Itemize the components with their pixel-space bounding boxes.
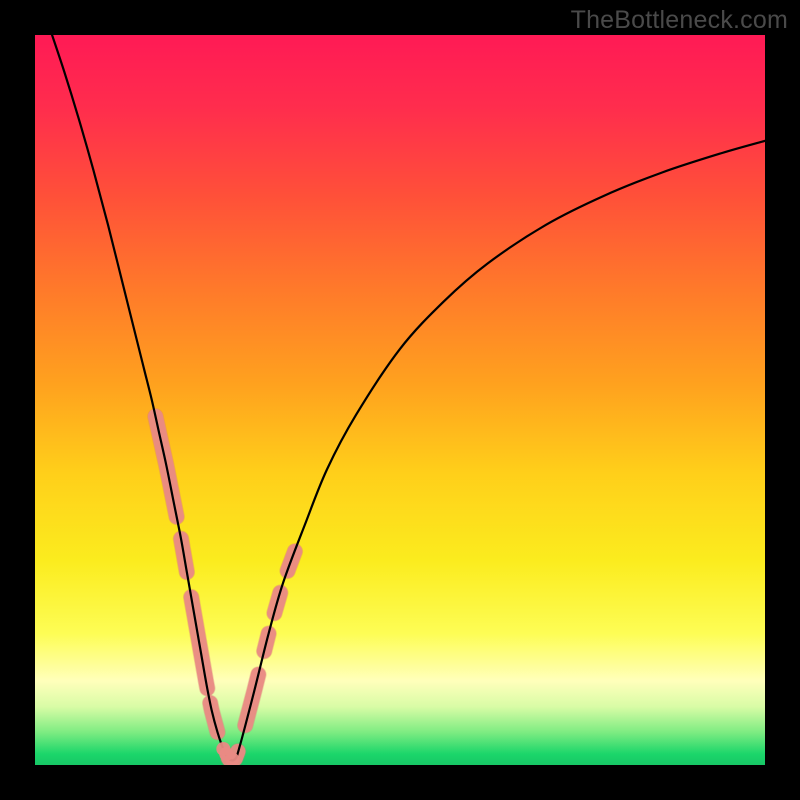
watermark-text: TheBottleneck.com <box>571 6 788 35</box>
plot-area <box>35 35 765 765</box>
bottleneck-chart <box>35 35 765 765</box>
gradient-background <box>35 35 765 765</box>
chart-frame: TheBottleneck.com <box>0 0 800 800</box>
